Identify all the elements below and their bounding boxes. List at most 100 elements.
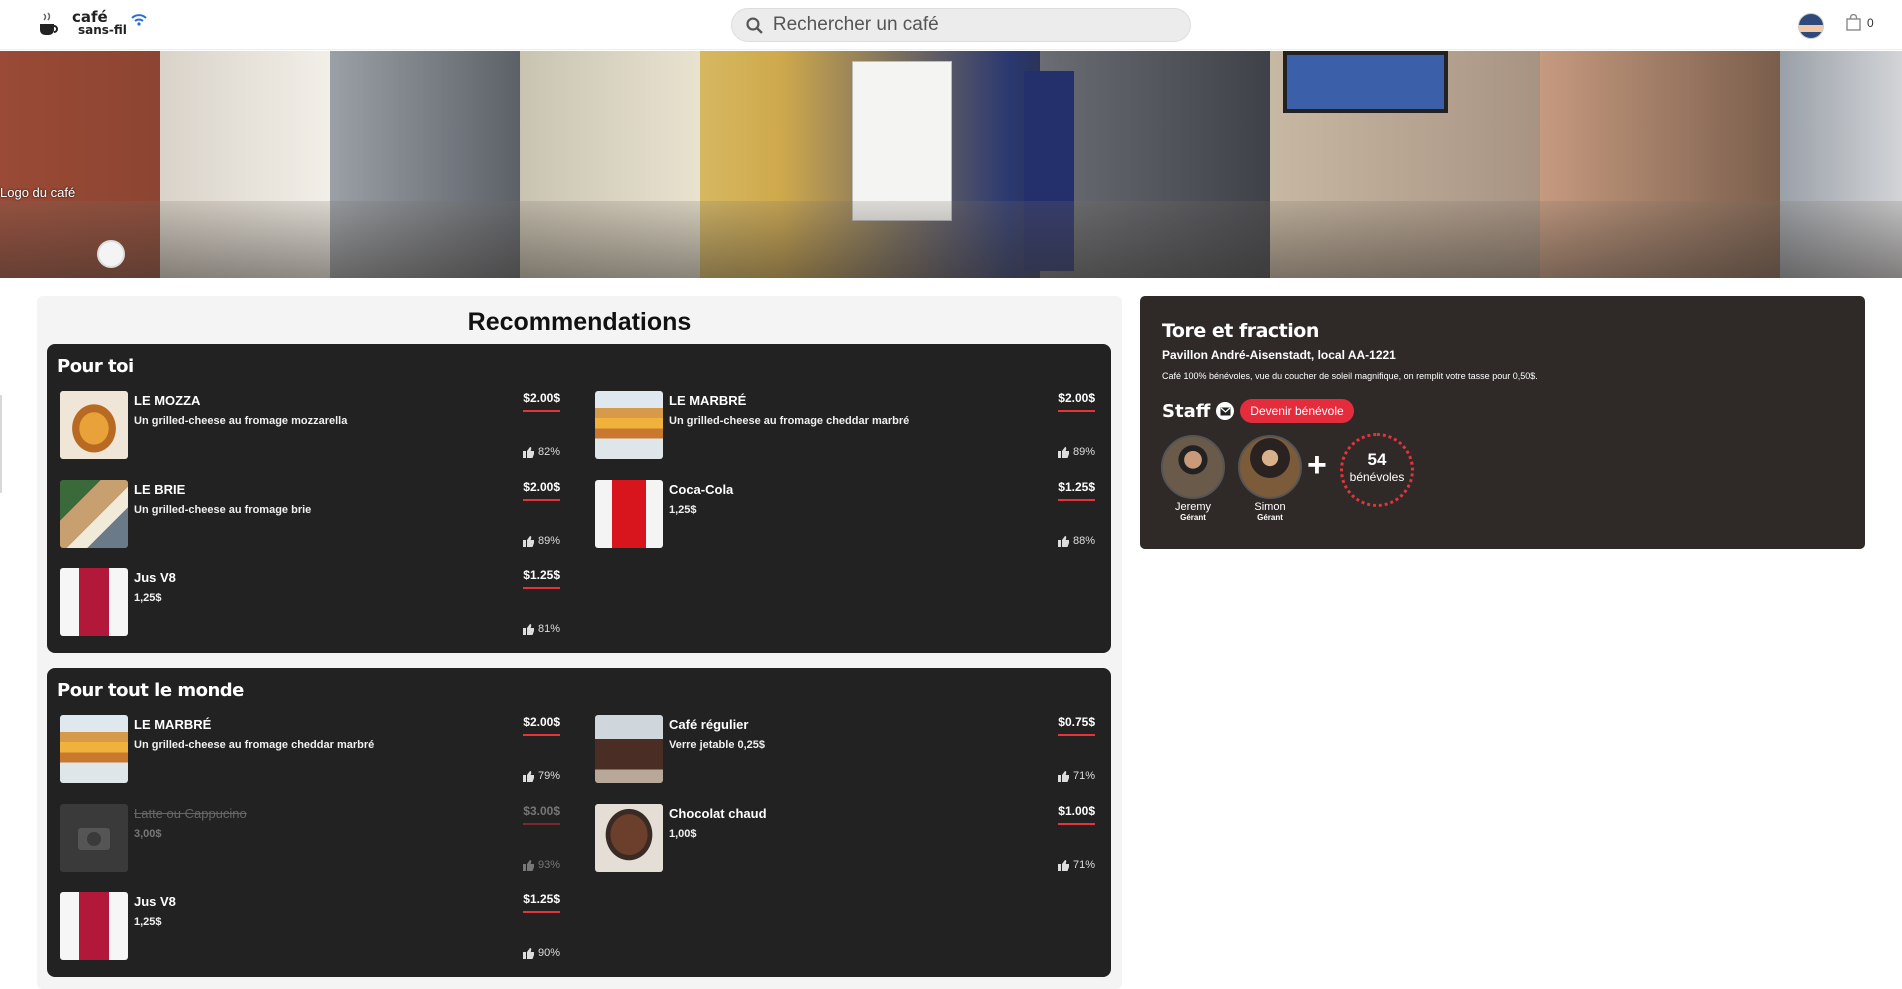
menu-item-card[interactable]: Latte ou Cappucino 3,00$ $3.00$ 93%: [60, 804, 560, 874]
menu-item-price: $2.00$: [523, 480, 560, 501]
coffee-cup-icon: [40, 12, 58, 35]
rating-value: 71%: [1072, 859, 1095, 871]
menu-item-image: [60, 715, 128, 783]
rating-value: 90%: [537, 947, 560, 959]
banner-tv: [1283, 51, 1448, 113]
top-bar: café sans-fil 0: [0, 0, 1902, 50]
group-pour-toi: Pour toi LE MOZZA Un grilled-cheese au fr…: [47, 344, 1111, 653]
menu-item-description: 1,25$: [669, 504, 697, 516]
staff-member[interactable]: Jeremy Gérant: [1158, 435, 1228, 522]
menu-item-rating: 93%: [522, 859, 560, 871]
group-title: Pour toi: [57, 356, 134, 377]
plus-sign: +: [1307, 446, 1327, 484]
menu-item-description: Un grilled-cheese au fromage brie: [134, 504, 312, 516]
cart-button[interactable]: 0: [1846, 14, 1874, 31]
brand-line2: sans-fil: [78, 23, 127, 37]
menu-item-name: LE BRIE: [134, 482, 186, 497]
thumbs-up-icon: [1057, 535, 1069, 547]
menu-item-description: 1,00$: [669, 828, 697, 840]
menu-item-price: $1.25$: [523, 568, 560, 589]
menu-item-price: $1.00$: [1058, 804, 1095, 825]
cafe-name: Tore et fraction: [1162, 320, 1319, 342]
user-avatar[interactable]: [1798, 13, 1824, 39]
thumbs-up-icon: [522, 535, 534, 547]
menu-item-rating: 82%: [522, 446, 560, 458]
rating-value: 89%: [537, 535, 560, 547]
menu-item-card[interactable]: Chocolat chaud 1,00$ $1.00$ 71%: [595, 804, 1095, 874]
recommendations-panel: Recommendations Pour toi LE MOZZA Un gril…: [37, 296, 1122, 989]
menu-item-card[interactable]: Jus V8 1,25$ $1.25$ 81%: [60, 568, 560, 638]
staff-member-name: Jeremy: [1174, 501, 1212, 513]
shopping-bag-icon: [1846, 14, 1861, 31]
menu-item-price: $2.00$: [523, 715, 560, 736]
menu-item-name: Jus V8: [134, 570, 176, 585]
menu-item-description: Un grilled-cheese au fromage cheddar mar…: [134, 739, 375, 751]
menu-item-rating: 88%: [1057, 535, 1095, 547]
rating-value: 81%: [537, 623, 560, 635]
menu-item-name: Coca-Cola: [669, 482, 734, 497]
menu-item-rating: 89%: [1057, 446, 1095, 458]
cafe-info-card: Tore et fraction Pavillon André-Aisensta…: [1140, 296, 1865, 549]
thumbs-up-icon: [522, 947, 534, 959]
camera-icon: [78, 828, 110, 850]
rating-value: 88%: [1072, 535, 1095, 547]
brand-name: café sans-fil: [72, 10, 127, 37]
cafe-logo-thumbnail: [97, 240, 125, 268]
rating-value: 89%: [1072, 446, 1095, 458]
menu-item-card[interactable]: Jus V8 1,25$ $1.25$ 90%: [60, 892, 560, 962]
cafe-location: Pavillon André-Aisenstadt, local AA-1221: [1162, 348, 1396, 362]
search-input[interactable]: [772, 14, 1190, 36]
menu-item-card[interactable]: LE BRIE Un grilled-cheese au fromage brie…: [60, 480, 560, 550]
thumbs-up-icon: [522, 623, 534, 635]
become-volunteer-button[interactable]: Devenir bénévole: [1240, 399, 1354, 423]
brand-logo[interactable]: café sans-fil: [34, 10, 147, 38]
cafe-description: Café 100% bénévoles, vue du coucher de s…: [1162, 371, 1538, 381]
menu-item-card[interactable]: LE MOZZA Un grilled-cheese au fromage moz…: [60, 391, 560, 461]
thumbs-up-icon: [1057, 446, 1069, 458]
menu-item-image: [60, 480, 128, 548]
menu-item-image: [595, 391, 663, 459]
menu-item-description: 1,25$: [134, 916, 162, 928]
menu-item-name: LE MARBRÉ: [669, 393, 747, 408]
menu-item-name: LE MOZZA: [134, 393, 201, 408]
rating-value: 79%: [537, 770, 560, 782]
menu-item-image: [595, 480, 663, 548]
staff-member-role: Gérant: [1257, 513, 1283, 522]
menu-item-price: $0.75$: [1058, 715, 1095, 736]
menu-item-image: [60, 892, 128, 960]
staff-member[interactable]: Simon Gérant: [1235, 435, 1305, 522]
menu-item-image: [60, 568, 128, 636]
menu-item-card[interactable]: Coca-Cola 1,25$ $1.25$ 88%: [595, 480, 1095, 550]
wifi-icon: [131, 14, 147, 26]
menu-item-name: Latte ou Cappucino: [134, 806, 247, 821]
thumbs-up-icon: [1057, 859, 1069, 871]
mail-icon[interactable]: [1216, 402, 1235, 420]
rating-value: 82%: [537, 446, 560, 458]
staff-label: Staff: [1162, 400, 1211, 422]
search-icon: [746, 16, 763, 34]
menu-item-price: $2.00$: [523, 391, 560, 412]
menu-item-rating: 89%: [522, 535, 560, 547]
menu-item-name: Café régulier: [669, 717, 749, 732]
menu-item-price: $1.25$: [1058, 480, 1095, 501]
menu-item-name: Jus V8: [134, 894, 176, 909]
search-bar[interactable]: [731, 8, 1191, 42]
menu-item-image: [60, 391, 128, 459]
thumbs-up-icon: [1057, 770, 1069, 782]
banner-floor: [0, 201, 1902, 278]
rating-value: 71%: [1072, 770, 1095, 782]
menu-item-card[interactable]: LE MARBRÉ Un grilled-cheese au fromage ch…: [595, 391, 1095, 461]
menu-item-price: $1.25$: [523, 892, 560, 913]
menu-item-price: $2.00$: [1058, 391, 1095, 412]
menu-item-rating: 71%: [1057, 770, 1095, 782]
menu-item-image: [595, 804, 663, 872]
staff-member-role: Gérant: [1180, 513, 1206, 522]
menu-item-image: [60, 804, 128, 872]
cafe-logo-alt: Logo du café: [0, 185, 76, 200]
menu-item-rating: 81%: [522, 623, 560, 635]
menu-item-card[interactable]: Café régulier Verre jetable 0,25$ $0.75$ 71…: [595, 715, 1095, 785]
menu-item-card[interactable]: LE MARBRÉ Un grilled-cheese au fromage ch…: [60, 715, 560, 785]
menu-item-name: Chocolat chaud: [669, 806, 767, 821]
menu-item-description: Un grilled-cheese au fromage cheddar mar…: [669, 415, 910, 427]
volunteers-count-badge: 54 bénévoles: [1340, 433, 1414, 507]
